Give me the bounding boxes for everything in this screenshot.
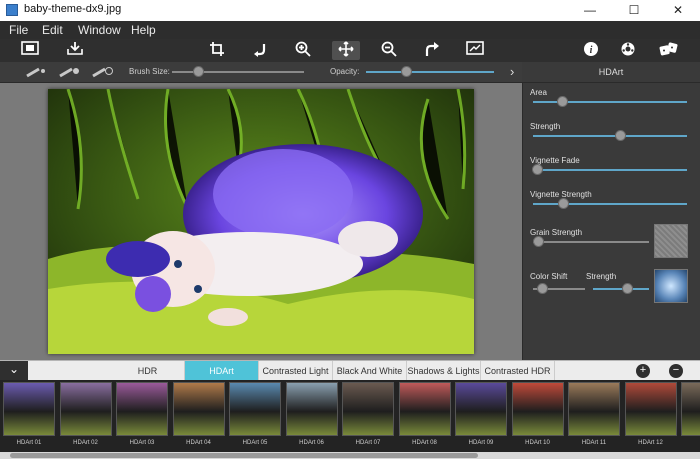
preset-thumbnail[interactable] bbox=[172, 382, 225, 436]
strength2-track[interactable] bbox=[593, 288, 649, 290]
strip-scrollbar[interactable] bbox=[0, 452, 700, 459]
collapse-strip-button[interactable]: ⌄ bbox=[0, 361, 28, 381]
opacity-slider[interactable] bbox=[401, 66, 413, 77]
frame-icon[interactable] bbox=[16, 41, 44, 60]
color-texture-swatch[interactable] bbox=[654, 269, 688, 303]
preset-thumbnail-label: HDArt 02 bbox=[73, 440, 98, 446]
preset-thumbnail-strip: HDArt 01 HDArt 02 HDArt 03 HDArt 04 HDArt 05… bbox=[0, 380, 700, 459]
preset-thumbnail[interactable] bbox=[511, 382, 564, 436]
tab-contrasted-hdr[interactable]: Contrasted HDR bbox=[481, 361, 555, 381]
preset-thumbnail[interactable] bbox=[116, 382, 168, 436]
tab-hdr[interactable]: HDR bbox=[111, 361, 185, 381]
maximize-button[interactable]: ☐ bbox=[612, 0, 656, 21]
info-icon[interactable]: i bbox=[577, 41, 605, 60]
tab-contrasted-light[interactable]: Contrasted Light bbox=[259, 361, 333, 381]
menu-window[interactable]: Window bbox=[78, 23, 121, 37]
brush-small-icon[interactable] bbox=[25, 66, 45, 78]
vignette-fade-slider[interactable] bbox=[532, 164, 544, 175]
preset-thumbnail[interactable] bbox=[455, 382, 507, 436]
brush-size-slider[interactable] bbox=[192, 66, 204, 77]
preset-thumbnail[interactable] bbox=[3, 382, 55, 436]
app-icon bbox=[6, 4, 18, 16]
grain-strength-slider[interactable] bbox=[533, 236, 545, 247]
remove-preset-button[interactable]: − bbox=[669, 364, 683, 378]
preset-thumbnail-label: HDArt 09 bbox=[468, 440, 494, 446]
panel-toggle-arrow[interactable]: › bbox=[510, 64, 514, 79]
tab-hdart[interactable]: HDArt bbox=[185, 361, 259, 381]
close-button[interactable]: ✕ bbox=[656, 0, 700, 21]
preset-thumbnail[interactable] bbox=[398, 382, 451, 436]
rotate-icon[interactable] bbox=[246, 41, 274, 60]
minimize-button[interactable]: — bbox=[568, 0, 612, 21]
area-label: Area bbox=[530, 88, 547, 97]
preset-thumbnail-label: HDArt 06 bbox=[299, 440, 324, 446]
vignette-strength-track[interactable] bbox=[533, 203, 687, 205]
settings-icon[interactable] bbox=[614, 41, 642, 60]
strength-slider[interactable] bbox=[615, 130, 627, 141]
tab-black-and-white[interactable]: Black And White bbox=[333, 361, 407, 381]
preset-thumbnail[interactable] bbox=[229, 382, 281, 436]
menu-file[interactable]: File bbox=[9, 23, 28, 37]
image-canvas[interactable] bbox=[0, 83, 522, 360]
crop-icon[interactable] bbox=[203, 41, 231, 60]
brush-size-track[interactable] bbox=[172, 71, 304, 73]
opacity-label: Opacity: bbox=[330, 67, 360, 76]
strength2-slider[interactable] bbox=[622, 283, 634, 294]
dice-icon[interactable] bbox=[655, 41, 683, 60]
move-icon[interactable] bbox=[332, 41, 360, 60]
preset-thumbnail[interactable] bbox=[285, 382, 338, 436]
preset-thumbnail[interactable] bbox=[342, 382, 394, 436]
brush-size-label: Brush Size: bbox=[129, 67, 170, 76]
window-title: baby-theme-dx9.jpg bbox=[24, 3, 122, 15]
svg-text:i: i bbox=[590, 45, 593, 56]
brush-large-icon[interactable] bbox=[91, 66, 113, 78]
color-shift-slider[interactable] bbox=[536, 283, 548, 294]
preset-thumbnail-label: HDArt 11 bbox=[581, 440, 607, 446]
tab-shadows-lights[interactable]: Shadows & Lights bbox=[407, 361, 481, 381]
preset-thumbnail[interactable] bbox=[568, 382, 620, 436]
strength2-label: Strength bbox=[586, 272, 617, 281]
redo-icon[interactable] bbox=[418, 41, 446, 60]
strip-scrollbar-thumb[interactable] bbox=[10, 453, 478, 458]
strength-label: Strength bbox=[530, 122, 561, 131]
main-toolbar: i bbox=[0, 39, 700, 62]
preset-thumbnail[interactable] bbox=[59, 382, 112, 436]
opacity-track[interactable] bbox=[366, 71, 494, 73]
vignette-fade-track[interactable] bbox=[533, 169, 687, 171]
grain-strength-track[interactable] bbox=[533, 241, 649, 243]
brush-medium-icon[interactable] bbox=[58, 66, 79, 78]
area-slider[interactable] bbox=[556, 96, 568, 107]
panel-title: HDArt bbox=[522, 62, 700, 82]
menu-bar: File Edit Window Help bbox=[0, 21, 700, 39]
preset-thumbnail-label: HDArt 01 bbox=[16, 440, 42, 446]
preset-thumbnail-label: HDArt 03 bbox=[129, 440, 155, 446]
menu-help[interactable]: Help bbox=[131, 23, 156, 37]
edited-photo[interactable] bbox=[48, 89, 474, 354]
color-shift-label: Color Shift bbox=[530, 272, 568, 281]
menu-edit[interactable]: Edit bbox=[42, 23, 63, 37]
preset-thumbnail[interactable] bbox=[681, 382, 700, 436]
preset-thumbnail-label: HDArt 07 bbox=[355, 440, 381, 446]
strength-track[interactable] bbox=[533, 135, 687, 137]
preset-thumbnail-label: HDArt 04 bbox=[186, 440, 211, 446]
grain-texture-swatch[interactable] bbox=[654, 224, 688, 258]
save-icon[interactable] bbox=[61, 41, 89, 60]
preset-thumbnail-label: HDArt 10 bbox=[525, 440, 550, 446]
vignette-strength-slider[interactable] bbox=[558, 198, 570, 209]
preset-thumbnail[interactable] bbox=[624, 382, 677, 436]
preset-tabs-bar: ⌄ HDR HDArt Contrasted Light Black And W… bbox=[0, 360, 700, 381]
preset-thumbnail-label: HDArt 08 bbox=[412, 440, 437, 446]
preset-thumbnail-label: HDArt 12 bbox=[638, 440, 663, 446]
title-bar: baby-theme-dx9.jpg — ☐ ✕ bbox=[0, 0, 700, 22]
settings-panel: Area Strength Vignette Fade Vignette Str… bbox=[522, 83, 700, 360]
add-preset-button[interactable]: + bbox=[636, 364, 650, 378]
zoom-out-icon[interactable] bbox=[375, 41, 403, 60]
preset-thumbnail-label: HDArt 05 bbox=[242, 440, 268, 446]
zoom-in-icon[interactable] bbox=[289, 41, 317, 60]
fit-icon[interactable] bbox=[461, 41, 489, 60]
